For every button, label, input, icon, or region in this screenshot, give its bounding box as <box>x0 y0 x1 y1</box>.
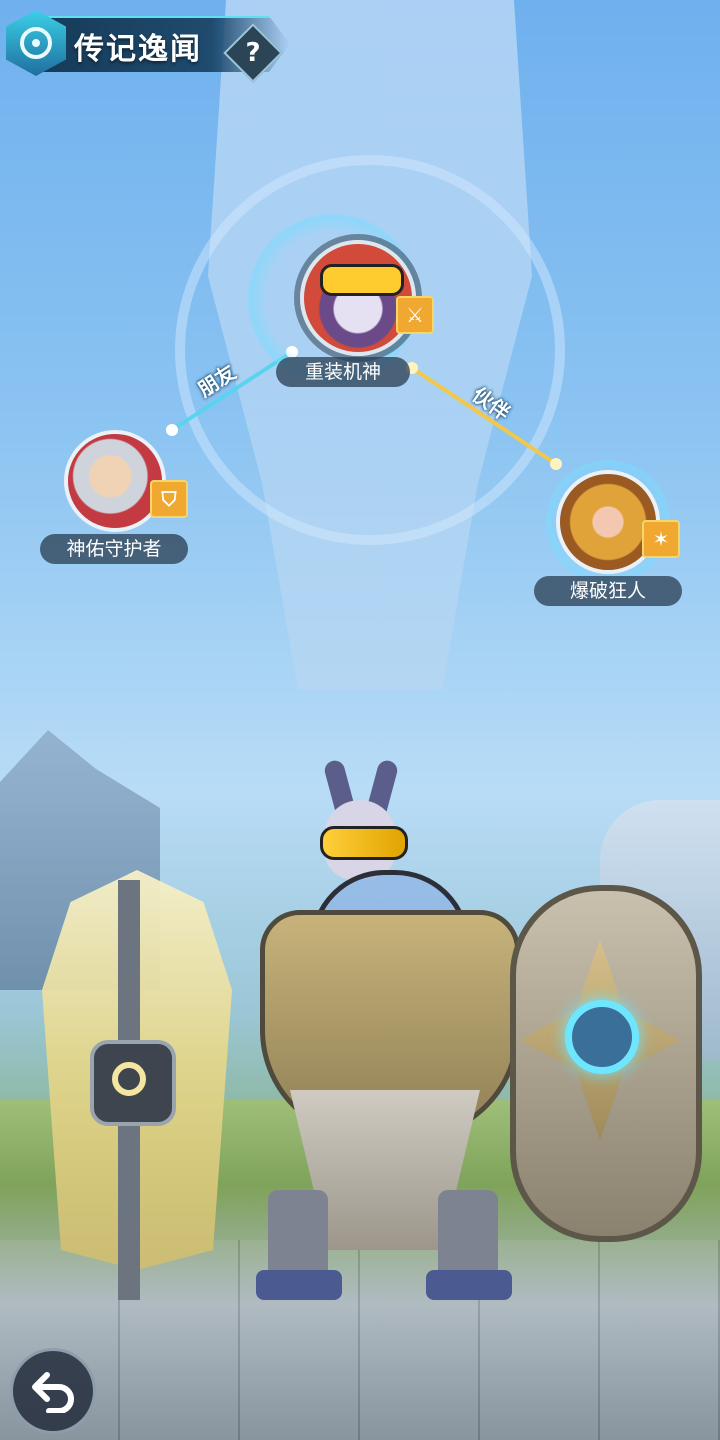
friend-line-start <box>166 424 178 436</box>
friend-line <box>170 350 294 432</box>
mech-foot-left <box>256 1270 342 1300</box>
shield-class-icon: ⛉ <box>150 480 188 518</box>
shield-glow-core <box>565 1000 639 1074</box>
gun-class-icon: ✶ <box>642 520 680 558</box>
shield-core <box>90 1040 176 1126</box>
hero-model-mech <box>20 758 720 1320</box>
hero-name-right: 爆破狂人 <box>534 576 682 606</box>
hero-name-left: 神佑守护者 <box>40 534 188 564</box>
pilot-goggles <box>320 826 408 860</box>
hero-name-center: 重装机神 <box>276 357 410 387</box>
partner-line-end <box>550 458 562 470</box>
sword-class-icon: ⚔ <box>396 296 434 334</box>
mech-foot-right <box>426 1270 512 1300</box>
back-button[interactable] <box>10 1348 96 1434</box>
back-arrow-icon <box>32 1372 74 1413</box>
